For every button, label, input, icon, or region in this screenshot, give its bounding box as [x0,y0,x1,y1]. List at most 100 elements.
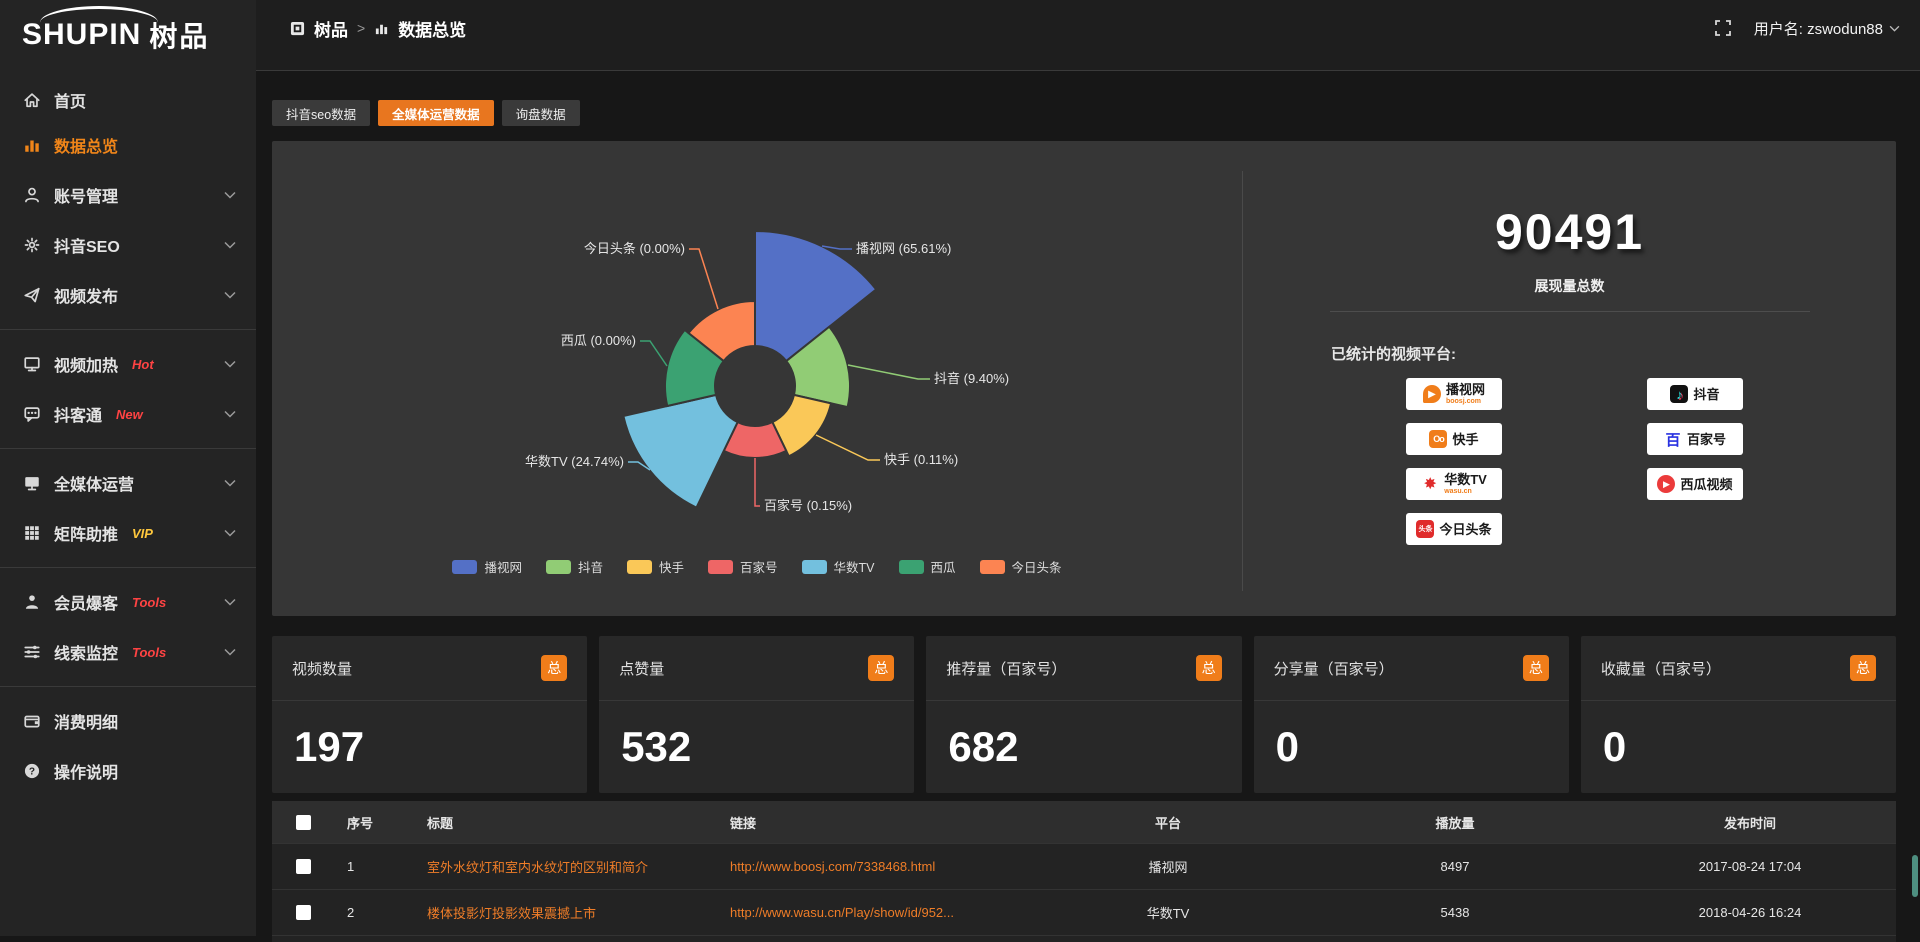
row-plays: 5438 [1306,905,1604,920]
tab-询盘数据[interactable]: 询盘数据 [502,100,580,126]
baijiahao-logo: 百 [1664,430,1682,448]
row-plays: 8497 [1306,859,1604,874]
platform-name: 快手 [1452,433,1478,446]
column-header-time: 发布时间 [1604,813,1896,832]
chart-panel: 播视网 (65.61%)抖音 (9.40%)快手 (0.11%)百家号 (0.1… [272,141,1896,616]
bar-chart-icon [374,21,389,36]
xigua-logo: ▶ [1657,475,1675,493]
legend-item-西瓜[interactable]: 西瓜 [899,557,956,576]
table-row: 1 室外水纹灯和室内水纹灯的区别和简介 http://www.boosj.com… [272,843,1896,889]
data-tabs: 抖音seo数据全媒体运营数据询盘数据 [272,100,1896,126]
stat-card-header: 视频数量 总 [272,636,587,701]
sidebar-item-抖客通[interactable]: 抖客通New [0,389,256,439]
sidebar-item-消费明细[interactable]: 消费明细 [0,696,256,746]
select-all-checkbox[interactable] [296,815,311,830]
sidebar-item-首页[interactable]: 首页 [0,80,256,120]
tab-抖音seo数据[interactable]: 抖音seo数据 [272,100,370,126]
tab-全媒体运营数据[interactable]: 全媒体运营数据 [378,100,494,126]
publish-icon [23,286,41,304]
total-badge: 总 [541,655,567,681]
breadcrumb: 树品 > 数据总览 [290,16,466,41]
chat-icon [23,405,41,423]
sidebar-item-视频发布[interactable]: 视频发布 [0,270,256,320]
stat-card-label: 点赞量 [619,658,664,679]
row-url-link[interactable]: http://www.boosj.com/7338468.html [718,859,1030,874]
sliders-icon [23,643,41,661]
column-header-index: 序号 [335,813,415,832]
column-header-link: 链接 [718,813,1030,832]
legend-item-华数TV[interactable]: 华数TV [802,557,875,576]
row-time: 2017-08-24 17:04 [1604,859,1896,874]
sidebar-item-操作说明[interactable]: ?操作说明 [0,746,256,796]
app-mark-icon [290,21,305,36]
app-logo: SHUPIN 树品 [0,0,256,70]
breadcrumb-root[interactable]: 树品 [314,16,348,41]
legend-label: 华数TV [834,557,875,576]
platform-badge-播视网: ▶播视网boosj.com [1406,378,1502,410]
pie-label-今日头条: 今日头条 (0.00%) [584,241,685,256]
sidebar-item-矩阵助推[interactable]: 矩阵助推VIP [0,508,256,558]
home-icon [23,91,41,109]
pie-label-百家号: 百家号 (0.15%) [764,498,852,513]
chart-icon [23,136,41,154]
member-icon [23,593,41,611]
platform-name: 今日头条 [1439,523,1491,536]
chevron-down-icon [224,479,236,487]
stat-card-label: 收藏量（百家号） [1601,658,1721,679]
sidebar-item-抖音SEO[interactable]: 抖音SEO [0,220,256,270]
breadcrumb-separator: > [357,20,365,36]
sidebar-item-会员爆客[interactable]: 会员爆客Tools [0,577,256,627]
sidebar-item-label: 账号管理 [54,183,118,207]
monitor-icon [23,474,41,492]
boosj-logo: ▶ [1423,385,1441,403]
platform-badge-华数TV: ✸华数TVwasu.cn [1406,468,1502,500]
user-icon [23,186,41,204]
legend-item-快手[interactable]: 快手 [627,557,684,576]
fullscreen-icon[interactable] [1714,19,1732,37]
legend-item-播视网[interactable]: 播视网 [452,557,522,576]
sidebar-item-线索监控[interactable]: 线索监控Tools [0,627,256,677]
sidebar-divider [0,329,256,330]
scrollbar-thumb[interactable] [1912,855,1918,897]
chart-legend: 播视网 抖音 快手 百家号 华数TV 西瓜 今日头条 [272,557,1242,576]
legend-item-百家号[interactable]: 百家号 [708,557,778,576]
pie-slice-华数TV[interactable] [623,395,737,508]
sidebar: SHUPIN 树品 首页数据总览账号管理抖音SEO视频发布视频加热Hot抖客通N… [0,0,256,936]
row-title-link[interactable]: 室外水纹灯和室内水纹灯的区别和简介 [415,857,718,876]
header-select-cell [272,815,335,830]
row-checkbox[interactable] [296,859,311,874]
table-row-partial [272,935,1896,942]
total-badge: 总 [1850,655,1876,681]
label-line-百家号 [755,458,760,506]
row-index: 2 [335,905,415,920]
sidebar-item-视频加热[interactable]: 视频加热Hot [0,339,256,389]
row-checkbox[interactable] [296,905,311,920]
user-menu[interactable]: 用户名: zswodun88 [1754,18,1900,39]
sidebar-item-账号管理[interactable]: 账号管理 [0,170,256,220]
legend-label: 快手 [659,557,684,576]
sidebar-item-tag: Hot [132,357,154,372]
row-select-cell [272,905,335,920]
legend-chip [980,560,1005,574]
sidebar-divider [0,686,256,687]
row-url-link[interactable]: http://www.wasu.cn/Play/show/id/952... [718,905,1030,920]
chevron-down-icon [224,410,236,418]
sidebar-item-数据总览[interactable]: 数据总览 [0,120,256,170]
sidebar-nav: 首页数据总览账号管理抖音SEO视频发布视频加热Hot抖客通New 全媒体运营矩阵助… [0,70,256,796]
stat-card-label: 分享量（百家号） [1274,658,1394,679]
chevron-down-icon [224,241,236,249]
pie-label-抖音: 抖音 (9.40%) [934,371,1009,386]
sidebar-item-label: 抖客通 [54,402,102,426]
sidebar-item-label: 消费明细 [54,709,118,733]
legend-item-今日头条[interactable]: 今日头条 [980,557,1062,576]
label-line-西瓜 [640,341,667,366]
legend-chip [452,560,477,574]
row-time: 2018-04-26 16:24 [1604,905,1896,920]
sidebar-item-全媒体运营[interactable]: 全媒体运营 [0,458,256,508]
sidebar-item-label: 首页 [54,88,86,112]
total-badge: 总 [1523,655,1549,681]
platforms-title: 已统计的视频平台: [1331,343,1456,364]
platform-name: 抖音 [1693,388,1719,401]
legend-item-抖音[interactable]: 抖音 [546,557,603,576]
row-title-link[interactable]: 楼体投影灯投影效果震撼上市 [415,903,718,922]
